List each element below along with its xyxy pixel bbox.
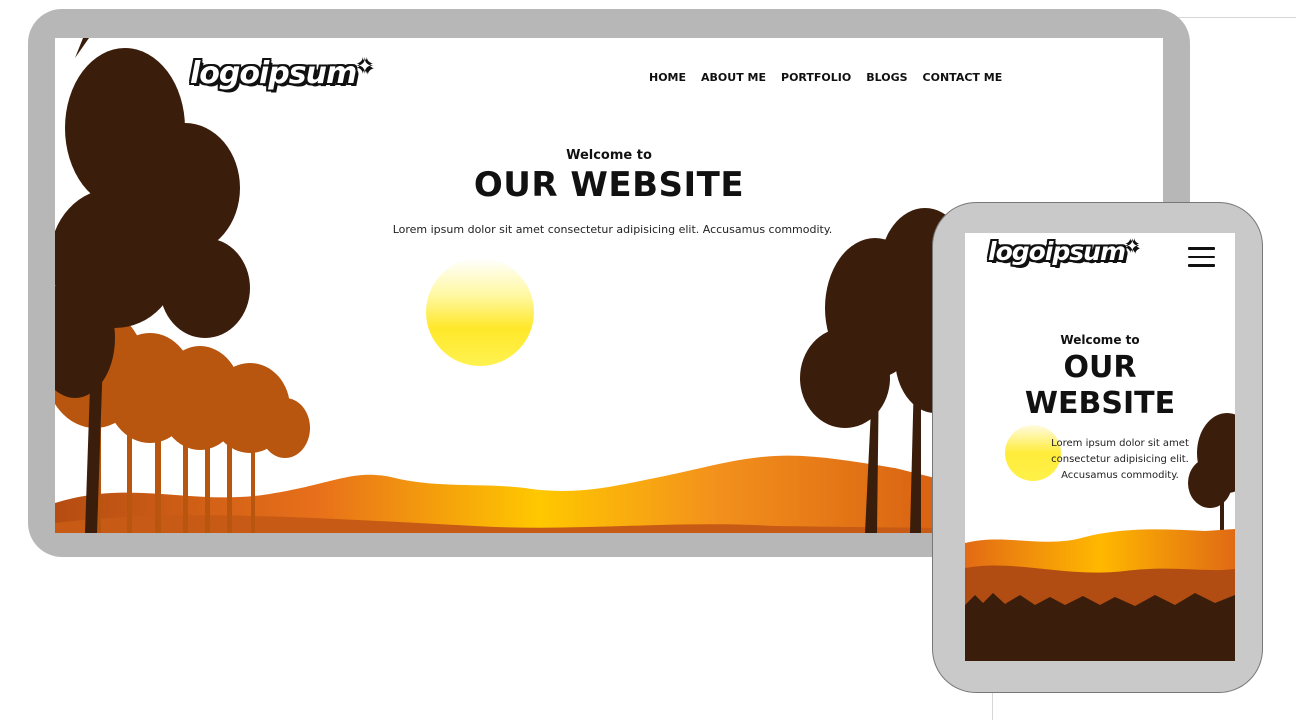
left-dark-tree (55, 38, 250, 533)
mobile-title-line2: WEBSITE (1024, 386, 1176, 421)
guide-line-vertical (992, 690, 993, 720)
mobile-logo-star-icon: ✦ (1126, 237, 1139, 255)
logo-star-icon: ✦ (357, 56, 372, 77)
main-nav: HOME ABOUT ME PORTFOLIO BLOGS CONTACT ME (649, 71, 1002, 84)
hero-title: OUR WEBSITE (473, 165, 745, 205)
mobile-logo-text: logoipsum (988, 237, 1126, 266)
nav-blogs[interactable]: BLOGS (866, 71, 907, 84)
nav-portfolio[interactable]: PORTFOLIO (781, 71, 851, 84)
sun (426, 258, 534, 366)
mobile-hero-title: OUR WEBSITE (965, 350, 1235, 422)
mobile-hero-description: Lorem ipsum dolor sit amet consectetur a… (1051, 438, 1189, 481)
mobile-hero-welcome: Welcome to (1060, 333, 1140, 347)
nav-contact-me[interactable]: CONTACT ME (923, 71, 1003, 84)
hero-welcome: Welcome to (566, 148, 652, 163)
mobile-title-line1: OUR (1063, 350, 1137, 385)
logo-text: logoipsum (190, 56, 357, 91)
nav-about-me[interactable]: ABOUT ME (701, 71, 766, 84)
logo[interactable]: logoipsum✦ (190, 56, 372, 91)
mobile-logo[interactable]: logoipsum✦ (988, 237, 1139, 266)
hamburger-menu-icon[interactable] (1188, 247, 1215, 267)
phone-screen: logoipsum✦ Welcome to OUR WEBSITE Lorem … (965, 233, 1235, 661)
nav-home[interactable]: HOME (649, 71, 686, 84)
mobile-right-tree (1188, 413, 1235, 533)
